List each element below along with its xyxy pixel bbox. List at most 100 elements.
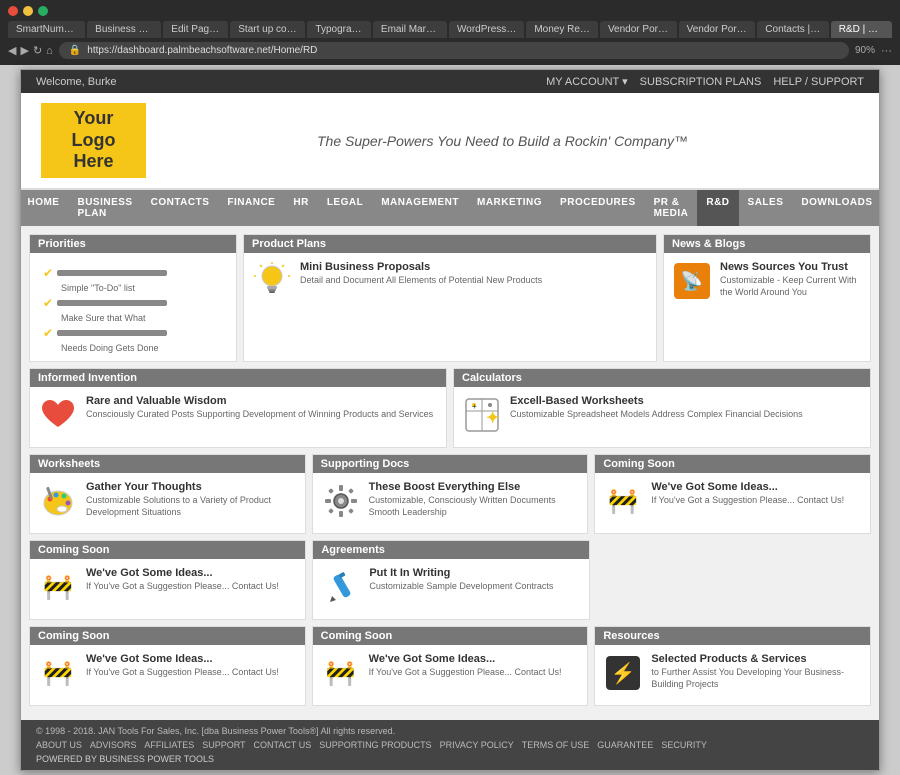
browser-tab[interactable]: Email Marke... (373, 21, 447, 38)
worksheets-title: Gather Your Thoughts (86, 481, 297, 493)
coming-soon-4-card: Coming Soon 🚧 We've Got Some Ideas... If… (312, 626, 589, 706)
priority-text-3: Needs Doing Gets Done (61, 343, 167, 353)
footer-affiliates[interactable]: AFFILIATES (144, 740, 194, 750)
browser-tab[interactable]: Typography (307, 21, 371, 38)
address-bar[interactable]: 🔒 https://dashboard.palmbeachsoftware.ne… (59, 42, 849, 59)
nav-downloads[interactable]: DOWNLOADS (792, 190, 881, 226)
tab-bar: SmartNumbe... Business Po... Edit Page ◀… (8, 21, 892, 38)
check-icon-3: ✔ (43, 326, 53, 340)
footer-support[interactable]: SUPPORT (202, 740, 245, 750)
back-button[interactable]: ◀ (8, 44, 16, 57)
calculators-title: Excell-Based Worksheets (510, 395, 803, 407)
product-plans-desc: Detail and Document All Elements of Pote… (300, 275, 542, 287)
barrier-icon-1: 🚧 (603, 481, 643, 521)
coming-soon-2-card: Coming Soon 🚧 We've Got Some Ideas... If… (29, 540, 306, 620)
close-dot[interactable] (8, 6, 18, 16)
subscription-link[interactable]: SUBSCRIPTION PLANS (640, 76, 762, 88)
news-blogs-title: News Sources You Trust (720, 261, 862, 273)
home-button[interactable]: ⌂ (46, 45, 53, 57)
footer-links: ABOUT US ADVISORS AFFILIATES SUPPORT CON… (36, 740, 707, 750)
resources-text: Selected Products & Services to Further … (651, 653, 862, 690)
priority-bar-2 (57, 300, 167, 306)
nav-legal[interactable]: LEGAL (318, 190, 372, 226)
resources-title: Selected Products & Services (651, 653, 862, 665)
browser-tab[interactable]: Business Po... (87, 21, 161, 38)
my-account-link[interactable]: MY ACCOUNT ▾ (546, 75, 628, 88)
priority-line-1: ✔ (43, 266, 167, 280)
footer-supporting-products[interactable]: SUPPORTING PRODUCTS (319, 740, 431, 750)
agreements-desc: Customizable Sample Development Contract… (369, 581, 553, 593)
forward-button[interactable]: ▶ (20, 44, 28, 57)
browser-tab-active[interactable]: R&D | Bu... (831, 21, 892, 38)
nav-home[interactable]: HOME (18, 190, 68, 226)
nav-hr[interactable]: HR (284, 190, 317, 226)
nav-rd[interactable]: R&D (697, 190, 738, 226)
browser-tab[interactable]: Vendor Portu... (679, 21, 756, 38)
minimize-dot[interactable] (23, 6, 33, 16)
nav-procedures[interactable]: PROCEDURES (551, 190, 645, 226)
supporting-docs-body: These Boost Everything Else Customizable… (313, 473, 588, 533)
coming-soon-1-card: Coming Soon 🚧 We've Got Some Ideas... If… (594, 454, 871, 534)
browser-tab[interactable]: Vendor Portu... (600, 21, 677, 38)
coming-soon-1-body: 🚧 We've Got Some Ideas... If You've Got … (595, 473, 870, 533)
product-plans-text: Mini Business Proposals Detail and Docum… (300, 261, 542, 287)
worksheets-text: Gather Your Thoughts Customizable Soluti… (86, 481, 297, 518)
footer-guarantee[interactable]: GUARANTEE (597, 740, 653, 750)
palette-icon (38, 481, 78, 521)
nav-business-plan[interactable]: BUSINESS PLAN (68, 190, 141, 226)
coming-soon-2-desc: If You've Got a Suggestion Please... Con… (86, 581, 279, 593)
nav-finance[interactable]: FINANCE (218, 190, 284, 226)
footer-security[interactable]: SECURITY (661, 740, 707, 750)
nav-pr-media[interactable]: PR & MEDIA (645, 190, 698, 226)
browser-tab[interactable]: SmartNumbe... (8, 21, 85, 38)
priority-bar-1 (57, 270, 167, 276)
coming-soon-4-text: We've Got Some Ideas... If You've Got a … (369, 653, 562, 679)
row-5: Coming Soon 🚧 We've Got Some Ideas... If… (29, 626, 871, 706)
nav-marketing[interactable]: MARKETING (468, 190, 551, 226)
nav-buttons: ◀ ▶ ↻ ⌂ (8, 44, 53, 57)
browser-tab[interactable]: Money Revi... (526, 21, 598, 38)
informed-invention-title: Rare and Valuable Wisdom (86, 395, 433, 407)
product-plans-header: Product Plans (244, 235, 656, 253)
product-plans-title: Mini Business Proposals (300, 261, 542, 273)
maximize-dot[interactable] (38, 6, 48, 16)
worksheets-card: Worksheets Gath (29, 454, 306, 534)
browser-tab[interactable]: Edit Page ◀ (163, 21, 228, 38)
informed-invention-text: Rare and Valuable Wisdom Consciously Cur… (86, 395, 433, 421)
footer-terms[interactable]: TERMS OF USE (522, 740, 590, 750)
more-options[interactable]: ··· (881, 45, 892, 57)
site-header: YourLogoHere The Super-Powers You Need t… (21, 93, 879, 190)
coming-soon-4-title: We've Got Some Ideas... (369, 653, 562, 665)
browser-tab[interactable]: Start up com... (230, 21, 305, 38)
calculators-desc: Customizable Spreadsheet Models Address … (510, 409, 803, 421)
calculators-text: Excell-Based Worksheets Customizable Spr… (510, 395, 803, 421)
news-blogs-card: News & Blogs 📡 News Sources You Trust Cu… (663, 234, 871, 362)
browser-tab[interactable]: WordPress T... (449, 21, 524, 38)
supporting-docs-desc: Customizable, Consciously Written Docume… (369, 495, 580, 518)
help-link[interactable]: HELP / SUPPORT (773, 76, 864, 88)
heart-icon (38, 395, 78, 435)
row-4: Coming Soon 🚧 We've Got Some Ideas... If… (29, 540, 871, 620)
informed-invention-card: Informed Invention Rare and Valuable Wis… (29, 368, 447, 448)
footer-about[interactable]: ABOUT US (36, 740, 82, 750)
refresh-button[interactable]: ↻ (33, 44, 42, 57)
footer-contact[interactable]: CONTACT US (254, 740, 312, 750)
news-blogs-desc: Customizable - Keep Current With the Wor… (720, 275, 862, 298)
barrier-icon-2: 🚧 (38, 567, 78, 607)
priority-line-3: ✔ (43, 326, 167, 340)
resources-header: Resources (595, 627, 870, 645)
coming-soon-1-title: We've Got Some Ideas... (651, 481, 844, 493)
news-blogs-text: News Sources You Trust Customizable - Ke… (720, 261, 862, 298)
footer-privacy[interactable]: PRIVACY POLICY (440, 740, 514, 750)
nav-contacts[interactable]: CONTACTS (142, 190, 219, 226)
supporting-docs-title: These Boost Everything Else (369, 481, 580, 493)
product-plans-body: Mini Business Proposals Detail and Docum… (244, 253, 656, 313)
supporting-docs-card: Supporting Docs (312, 454, 589, 534)
url-text: https://dashboard.palmbeachsoftware.net/… (87, 45, 317, 56)
browser-tab[interactable]: Contacts | F... (757, 21, 828, 38)
footer-advisors[interactable]: ADVISORS (90, 740, 137, 750)
nav-management[interactable]: MANAGEMENT (372, 190, 468, 226)
nav-sales[interactable]: SALES (739, 190, 793, 226)
priorities-header: Priorities (30, 235, 236, 253)
main-navigation: HOME BUSINESS PLAN CONTACTS FINANCE HR L… (21, 190, 879, 226)
